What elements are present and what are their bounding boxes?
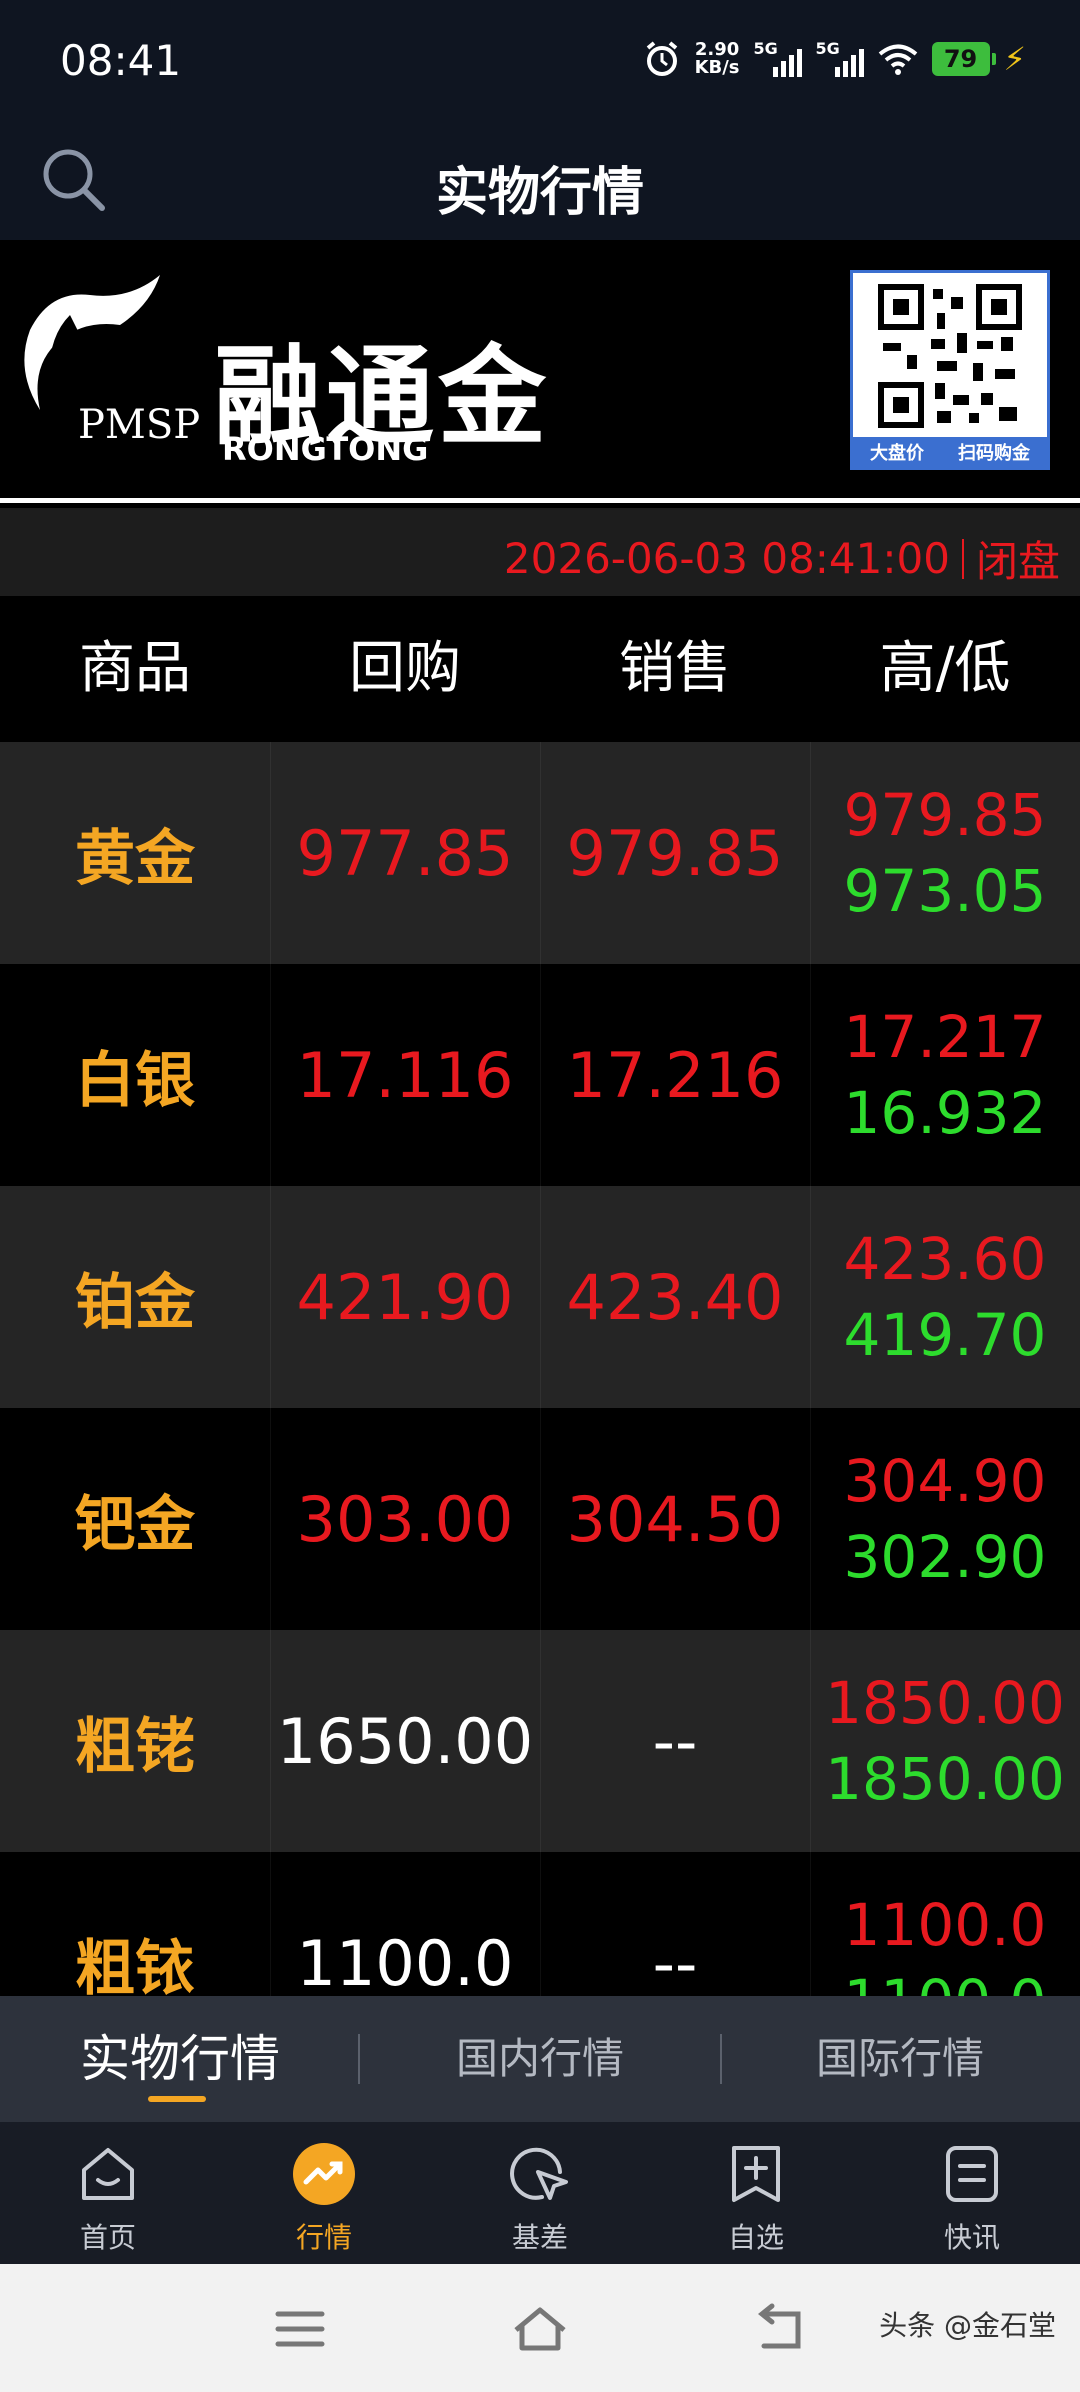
nav-item-news[interactable]: 快讯 xyxy=(864,2122,1080,2264)
high-low: 979.85 973.05 xyxy=(810,742,1080,964)
low-price: 1100.0 xyxy=(844,1963,1047,1996)
table-row[interactable]: 铂金 421.90 423.40 423.60 419.70 xyxy=(0,1186,1080,1408)
tab-domestic-market[interactable]: 国内行情 xyxy=(360,1996,720,2122)
high-price: 17.217 xyxy=(843,1003,1047,1071)
buyback-price: 1100.0 xyxy=(296,1926,514,1997)
qr-code[interactable]: 大盘价 扫码购金 xyxy=(850,270,1050,470)
brand-logo-text: PMSP xyxy=(78,402,201,448)
high-price: 979.85 xyxy=(843,781,1047,849)
column-header-high-low: 高/低 xyxy=(879,636,1011,701)
brand-name-en: RONGTONG xyxy=(222,430,429,468)
tab-physical-market[interactable]: 实物行情 xyxy=(0,1996,360,2122)
high-price: 423.60 xyxy=(843,1225,1047,1293)
nav-item-market[interactable]: 行情 xyxy=(216,2122,432,2264)
product-name: 钯金 xyxy=(75,1489,195,1560)
status-bar: 08:41 2.90 KB/s 5G 5G 79 ⚡ xyxy=(0,0,1080,120)
high-low: 423.60 419.70 xyxy=(810,1186,1080,1408)
divider xyxy=(961,538,964,579)
sell-price: 423.40 xyxy=(566,1260,784,1334)
qr-caption: 大盘价 扫码购金 xyxy=(853,437,1047,467)
status-icons: 2.90 KB/s 5G 5G 79 ⚡ xyxy=(643,39,1026,78)
product-name: 铂金 xyxy=(75,1267,195,1338)
market-sub-tabs: 实物行情 国内行情 国际行情 xyxy=(0,1996,1080,2122)
market-status: 闭盘 xyxy=(975,537,1060,586)
nav-item-basis[interactable]: 基差 xyxy=(432,2122,648,2264)
page-title: 实物行情 xyxy=(435,163,644,223)
home-icon xyxy=(82,2148,134,2200)
low-price: 16.932 xyxy=(843,1079,1047,1147)
brand-logo: PMSP 融通金 RONGTONG xyxy=(10,270,570,470)
system-nav-bar: 头条 @金石堂 xyxy=(0,2264,1080,2392)
wifi-icon xyxy=(878,44,917,75)
buyback-price: 977.85 xyxy=(296,816,514,890)
low-price: 973.05 xyxy=(843,857,1047,925)
bottom-nav: 首页 行情 基差 自选 快讯 xyxy=(0,2122,1080,2264)
home-button-icon[interactable] xyxy=(510,2302,570,2356)
quote-table[interactable]: 黄金 977.85 979.85 979.85 973.05 白银 17.116… xyxy=(0,742,1080,1996)
menu-icon[interactable] xyxy=(270,2302,330,2356)
table-row[interactable]: 白银 17.116 17.216 17.217 16.932 xyxy=(0,964,1080,1186)
high-price: 304.90 xyxy=(843,1447,1047,1515)
market-status-bar: 2026-06-03 08:41:00 闭盘 xyxy=(0,508,1080,596)
high-low: 17.217 16.932 xyxy=(810,964,1080,1186)
table-row[interactable]: 粗铑 1650.00 -- 1850.00 1850.00 xyxy=(0,1630,1080,1852)
add-favorite-icon xyxy=(732,2146,780,2202)
tab-international-market[interactable]: 国际行情 xyxy=(720,1996,1080,2122)
low-price: 302.90 xyxy=(843,1523,1047,1591)
battery-icon: 79 xyxy=(931,42,996,76)
watermark: 头条 @金石堂 xyxy=(879,2309,1056,2342)
signal-icon-2: 5G xyxy=(816,39,864,77)
news-icon xyxy=(946,2146,998,2202)
table-row[interactable]: 粗铱 1100.0 -- 1100.0 1100.0 xyxy=(0,1852,1080,1996)
sell-price: -- xyxy=(652,1704,698,1778)
column-header-buyback: 回购 xyxy=(349,636,461,701)
buyback-price: 421.90 xyxy=(296,1260,514,1334)
buyback-price: 1650.00 xyxy=(276,1704,534,1778)
sell-price: 979.85 xyxy=(566,816,784,890)
trend-icon xyxy=(293,2143,355,2205)
product-name: 黄金 xyxy=(75,823,195,894)
product-name: 白银 xyxy=(75,1045,195,1116)
table-header: 商品 回购 销售 高/低 xyxy=(0,596,1080,742)
basis-icon xyxy=(510,2147,568,2200)
column-header-product: 商品 xyxy=(79,636,191,701)
active-tab-indicator xyxy=(148,2096,206,2102)
sell-price: 17.216 xyxy=(566,1038,784,1112)
low-price: 419.70 xyxy=(843,1301,1047,1369)
charging-icon: ⚡ xyxy=(1003,40,1026,78)
alarm-icon xyxy=(646,41,677,76)
buyback-price: 303.00 xyxy=(296,1482,514,1556)
signal-icon-1: 5G xyxy=(754,39,802,77)
nav-item-home[interactable]: 首页 xyxy=(0,2122,216,2264)
product-name: 粗铱 xyxy=(75,1933,195,1997)
back-icon[interactable] xyxy=(750,2302,810,2356)
sell-price: -- xyxy=(652,1926,698,1997)
high-price: 1850.00 xyxy=(825,1669,1065,1737)
dragon-logo-icon xyxy=(24,275,160,410)
qr-code-icon xyxy=(878,284,1022,428)
high-low: 1100.0 1100.0 xyxy=(810,1852,1080,1996)
buyback-price: 17.116 xyxy=(296,1038,514,1112)
product-name: 粗铑 xyxy=(75,1711,195,1782)
app-header: 实物行情 xyxy=(0,120,1080,240)
high-low: 1850.00 1850.00 xyxy=(810,1630,1080,1852)
high-price: 1100.0 xyxy=(843,1891,1047,1959)
divider xyxy=(0,498,1080,503)
sell-price: 304.50 xyxy=(566,1482,784,1556)
brand-banner[interactable]: PMSP 融通金 RONGTONG 大盘价 扫码购金 xyxy=(0,240,1080,498)
market-datetime: 2026-06-03 08:41:00 xyxy=(503,534,950,583)
net-speed: 2.90 KB/s xyxy=(694,39,740,78)
table-row[interactable]: 黄金 977.85 979.85 979.85 973.05 xyxy=(0,742,1080,964)
high-low: 304.90 302.90 xyxy=(810,1408,1080,1630)
nav-item-watchlist[interactable]: 自选 xyxy=(648,2122,864,2264)
table-row[interactable]: 钯金 303.00 304.50 304.90 302.90 xyxy=(0,1408,1080,1630)
column-header-sell: 销售 xyxy=(619,636,731,701)
low-price: 1850.00 xyxy=(825,1745,1065,1813)
status-time: 08:41 xyxy=(60,36,182,85)
